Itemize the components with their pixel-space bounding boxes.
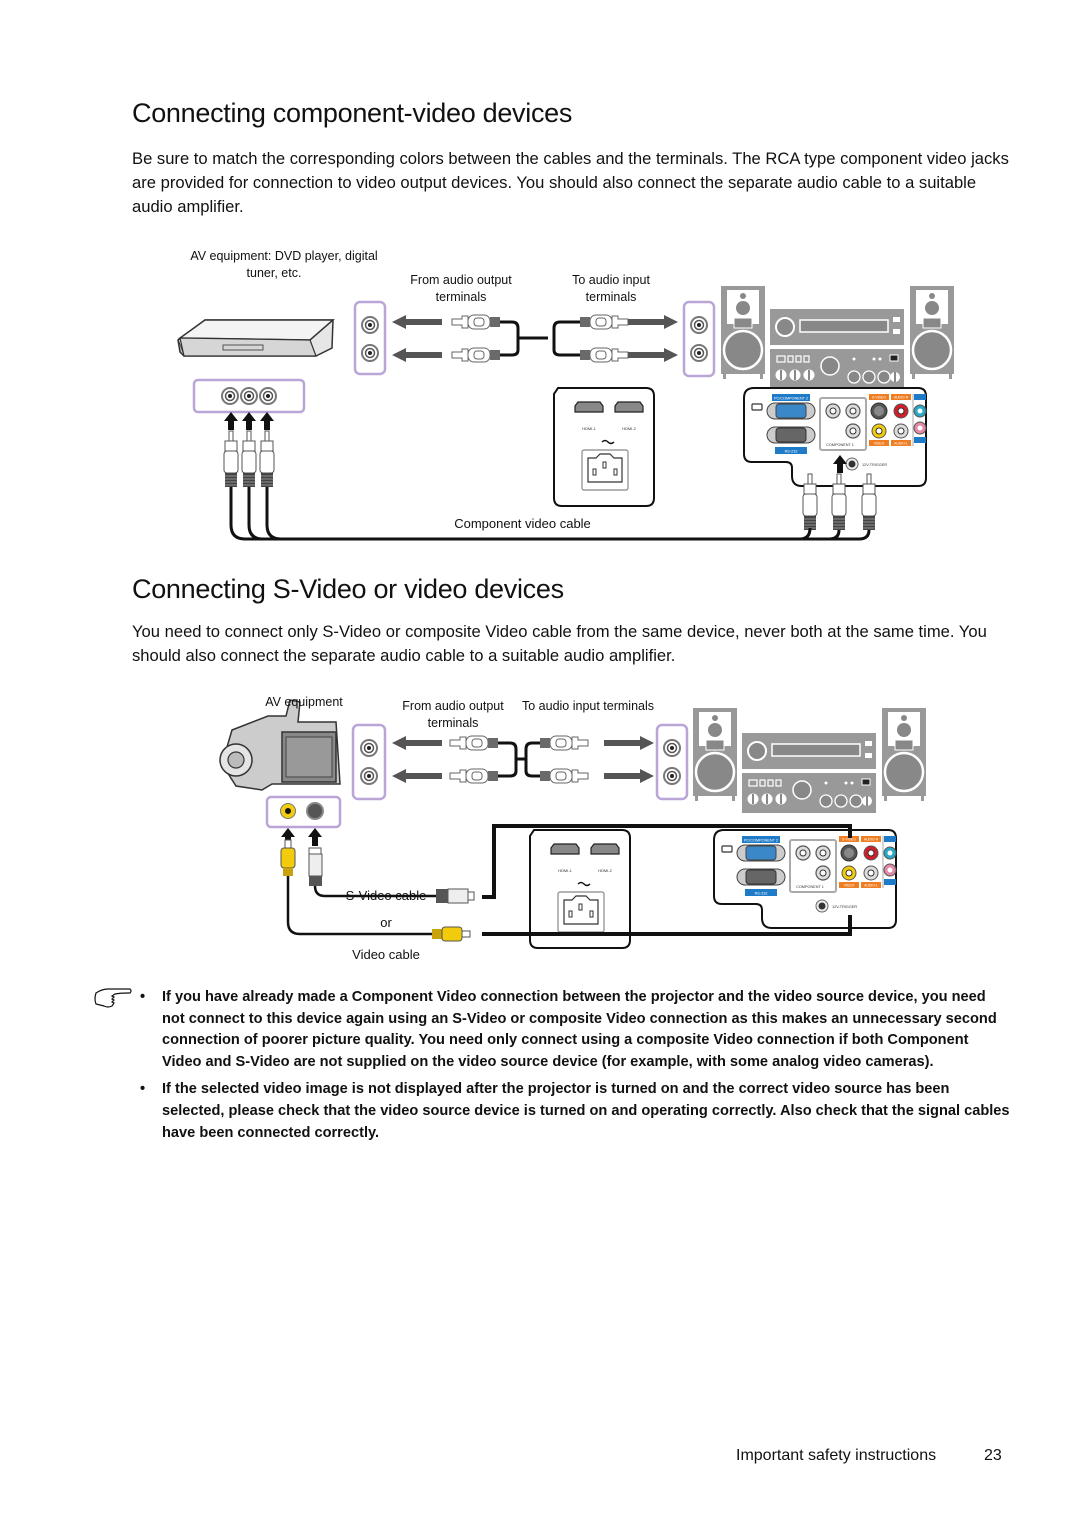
note-text: If you have already made a Component Vid… [162,989,997,1070]
dvd-player-icon [177,319,336,357]
audio-in-arrows [628,315,678,362]
or-label: or [380,915,392,930]
from-audio-label-2: From audio output terminals [390,698,516,732]
from-audio-label-2-line2: terminals [427,716,479,730]
note-item: • If the selected video image is not dis… [140,1079,1010,1144]
camcorder-label: AV equipment [265,695,343,709]
dvd-audio-terminal-box [353,300,387,376]
audio-out-arrows-2 [392,736,442,783]
section-title-svideo: Connecting S-Video or video devices [132,574,564,604]
camcorder-audio-terminal-box [351,723,387,801]
bullet-icon: • [140,989,146,1005]
page-number: 23 [984,1447,1002,1464]
notes-list: • If you have already made a Component V… [140,987,1010,1150]
audio-in-arrows-2 [604,736,654,783]
dvd-component-terminal-box [192,378,306,414]
projector-front-panel [553,387,655,507]
camcorder-icon [219,699,341,791]
note-text: If the selected video image is not displ… [162,1081,1010,1141]
section-body-svideo: You need to connect only S-Video or comp… [132,622,987,665]
pointing-hand-icon [94,988,132,1008]
amplifier-audio-terminal-box-2 [655,723,689,801]
projector-rear-panel [743,387,927,487]
footer-section-name: Important safety instructions [736,1447,937,1464]
projector-front-panel-2 [529,829,631,949]
bullet-icon: • [140,1081,146,1098]
to-audio-label-2: To audio input terminals [521,699,655,713]
audio-cable-1 [451,314,629,363]
audio-out-arrows [392,315,442,362]
note-item: • If you have already made a Component V… [140,987,1010,1073]
svideo-cable-label: S-Video cable [345,888,427,903]
video-cable-label: Video cable [352,947,420,962]
from-audio-label-2-line1: From audio output [402,699,504,713]
stereo-system-icon [719,284,956,390]
connection-diagrams: HDMI-1 HDMI-2 PC/COMPONENT 2 RS-232 COMP [94,284,956,1008]
stereo-system-icon-2 [691,706,928,814]
amplifier-audio-terminal-box [682,300,716,378]
projector-rear-panel-2 [713,829,897,929]
camcorder-video-terminal-box [265,795,342,829]
audio-cable-2 [449,735,589,784]
